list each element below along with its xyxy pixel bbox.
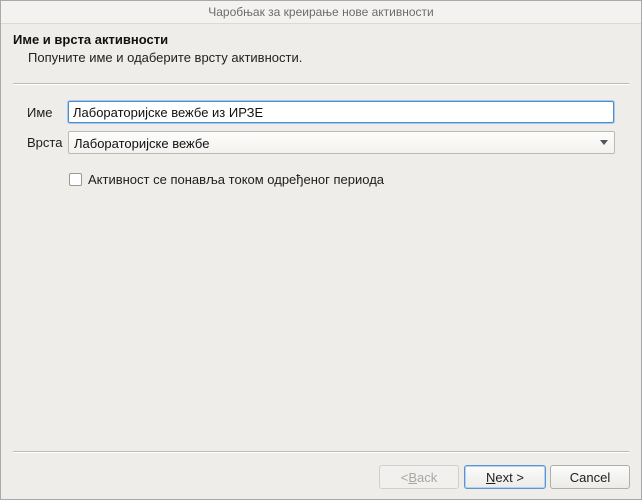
page-description: Попуните име и одаберите врсту активност… [28, 50, 303, 65]
title-bar[interactable]: Чаробњак за креирање нове активности [1, 1, 641, 24]
repeat-checkbox-label[interactable]: Активност се понавља током одређеног пер… [88, 172, 384, 187]
footer-divider [13, 451, 629, 453]
page-title: Име и врста активности [13, 32, 169, 47]
name-label: Име [27, 105, 53, 120]
back-button-prefix: < [400, 469, 409, 485]
header-divider [13, 83, 629, 85]
name-input[interactable] [68, 101, 614, 123]
type-row: Врста Лабораторијске вежбе [1, 131, 641, 155]
wizard-header: Име и врста активности Попуните име и од… [1, 24, 641, 82]
repeat-option[interactable]: Активност се понавља током одређеног пер… [69, 171, 384, 187]
type-dropdown-value: Лабораторијске вежбе [74, 136, 210, 151]
window-title: Чаробњак за креирање нове активности [208, 5, 434, 19]
back-button[interactable]: < Back [379, 465, 459, 489]
back-button-mnemonic: B [408, 469, 418, 485]
next-button[interactable]: Next > [464, 465, 546, 489]
back-button-label: ack [417, 469, 438, 485]
next-button-label: ext > [495, 469, 524, 485]
wizard-window: Чаробњак за креирање нове активности Име… [0, 0, 642, 500]
next-button-mnemonic: N [486, 469, 496, 485]
type-dropdown[interactable]: Лабораторијске вежбе [68, 131, 615, 154]
repeat-checkbox[interactable] [69, 172, 82, 186]
type-label: Врста [27, 135, 63, 150]
chevron-down-icon [600, 140, 608, 145]
name-row: Име [1, 101, 641, 125]
cancel-button[interactable]: Cancel [550, 465, 630, 489]
